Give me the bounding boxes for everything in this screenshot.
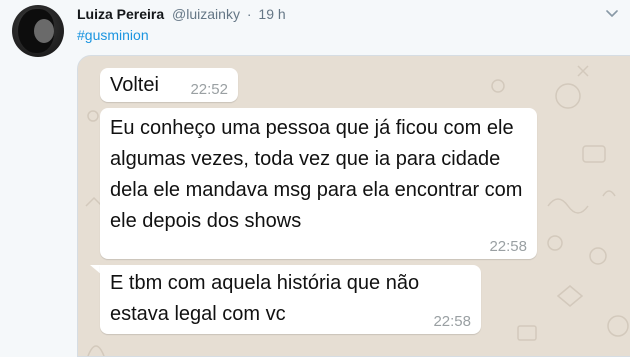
tweet-media-image[interactable]: Voltei 22:52 Eu conheço uma pessoa que j… <box>77 55 630 357</box>
user-handle[interactable]: @luizainky <box>172 6 240 22</box>
tweet: Luiza Pereira @luizainky · 19 h #gusmini… <box>0 0 630 357</box>
tweet-timestamp[interactable]: 19 h <box>258 6 285 22</box>
message-text: E tbm com aquela história que não estava… <box>110 272 420 325</box>
message-text: Eu conheço uma pessoa que já ficou com e… <box>110 117 523 232</box>
message-time: 22:58 <box>433 313 471 330</box>
hashtag-link[interactable]: #gusminion <box>77 27 149 43</box>
chat-message: Eu conheço uma pessoa que já ficou com e… <box>100 108 537 259</box>
chevron-down-icon[interactable] <box>606 10 618 20</box>
avatar[interactable] <box>12 5 64 57</box>
display-name[interactable]: Luiza Pereira <box>77 6 164 22</box>
tweet-header: Luiza Pereira @luizainky · 19 h <box>77 6 590 24</box>
chat-message: E tbm com aquela história que não estava… <box>100 265 481 334</box>
separator-dot: · <box>246 6 252 22</box>
message-text: Voltei <box>110 74 159 96</box>
message-time: 22:58 <box>489 238 527 255</box>
avatar-face-shape <box>34 19 54 43</box>
message-time: 22:52 <box>190 81 228 98</box>
chat-message: Voltei 22:52 <box>100 68 238 102</box>
